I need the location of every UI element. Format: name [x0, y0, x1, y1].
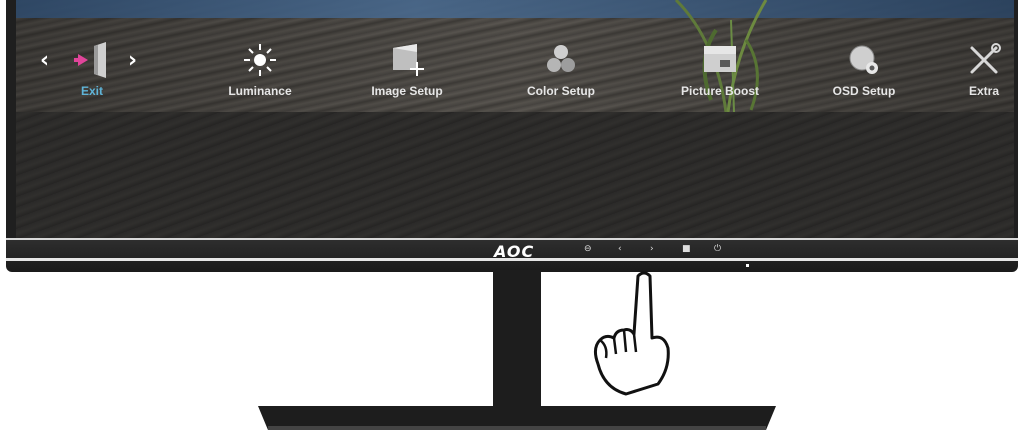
hw-button-minus[interactable]: ⊖ — [584, 244, 592, 254]
osd-item-extra[interactable]: Extra — [954, 40, 1014, 106]
osd-label-luminance: Luminance — [228, 84, 292, 98]
monitor-bezel: AOC ⊖ ‹ › ■ ⏻ — [6, 238, 1018, 272]
hw-button-power[interactable]: ⏻ — [714, 244, 721, 254]
osd-item-osd-setup[interactable]: OSD Setup — [814, 40, 914, 106]
stand-base — [258, 406, 776, 430]
osd-item-color-setup[interactable]: Color Setup — [506, 40, 616, 106]
wallpaper-sky — [16, 0, 1014, 18]
osd-item-image-setup[interactable]: Image Setup — [352, 40, 462, 106]
osd-setup-icon — [849, 45, 878, 74]
osd-label-exit: Exit — [80, 84, 103, 98]
hw-button-menu[interactable]: ■ — [682, 244, 691, 254]
osd-label-extra: Extra — [968, 84, 1000, 98]
monitor-screen: ‹ › Exit Luminance Image Setup Color Set… — [16, 0, 1014, 238]
exit-door-icon — [74, 42, 106, 78]
screen-lower-area — [16, 112, 1014, 238]
stand-neck — [493, 270, 541, 410]
nav-left-arrow[interactable]: ‹ — [40, 48, 49, 73]
tools-icon — [970, 43, 1001, 74]
monitor: ‹ › Exit Luminance Image Setup Color Set… — [6, 0, 1018, 272]
picture-boost-icon — [704, 46, 736, 72]
power-led — [746, 264, 749, 267]
osd-item-picture-boost[interactable]: Picture Boost — [660, 40, 780, 106]
osd-label-color-setup: Color Setup — [527, 84, 595, 98]
osd-label-image-setup: Image Setup — [371, 84, 443, 98]
pointing-hand-icon — [593, 271, 670, 396]
hw-button-left[interactable]: ‹ — [618, 244, 622, 254]
aoc-logo: AOC — [494, 242, 535, 261]
color-balls-icon — [547, 45, 575, 72]
sun-icon — [244, 44, 276, 76]
hw-button-right[interactable]: › — [650, 244, 654, 254]
osd-label-picture-boost: Picture Boost — [680, 84, 759, 98]
osd-item-luminance[interactable]: Luminance — [210, 40, 310, 106]
osd-menu-bar: ‹ › Exit Luminance Image Setup Color Set… — [16, 40, 1014, 106]
image-setup-icon — [393, 44, 424, 76]
osd-item-exit[interactable]: Exit — [56, 40, 128, 106]
nav-right-arrow[interactable]: › — [128, 48, 137, 73]
osd-label-osd-setup: OSD Setup — [832, 84, 896, 98]
